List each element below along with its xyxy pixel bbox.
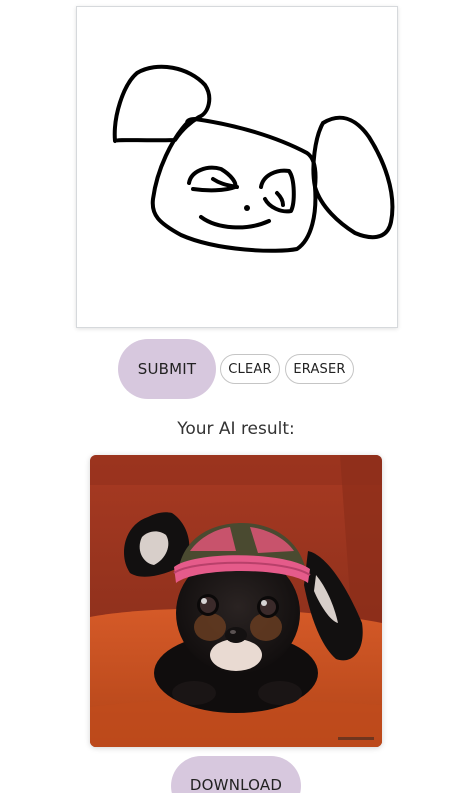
- clear-button-label: CLEAR: [228, 361, 272, 377]
- sketch-drawing: [112, 64, 395, 253]
- sketch-right-eye: [259, 168, 296, 214]
- drawing-canvas[interactable]: [76, 6, 398, 328]
- submit-button[interactable]: SUBMIT: [118, 339, 216, 399]
- sketch-left-ear: [112, 64, 212, 143]
- clear-button[interactable]: CLEAR: [220, 354, 280, 384]
- result-heading: Your AI result:: [177, 419, 295, 439]
- download-button[interactable]: DOWNLOAD: [171, 756, 301, 793]
- eraser-button[interactable]: ERASER: [285, 354, 354, 384]
- sketch-right-ear: [311, 115, 395, 240]
- app-page: SUBMIT CLEAR ERASER Your AI result: DOWN…: [0, 0, 472, 793]
- submit-button-label: SUBMIT: [137, 360, 197, 378]
- eraser-button-label: ERASER: [293, 361, 346, 377]
- sketch-nose: [244, 205, 250, 211]
- sketch-mouth: [199, 215, 271, 230]
- ai-result-image: [90, 455, 382, 747]
- download-button-label: DOWNLOAD: [189, 776, 283, 793]
